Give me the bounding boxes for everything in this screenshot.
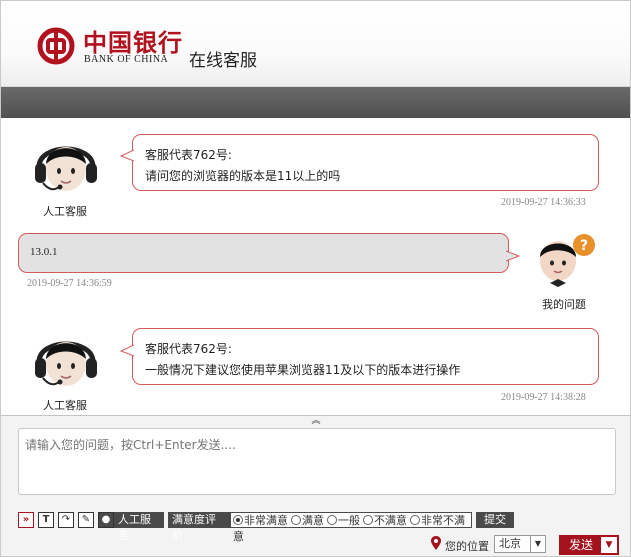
message-text: 请问您的浏览器的版本是11以上的吗 [145,169,341,183]
user-message-bubble: 13.0.1 [18,233,509,273]
human-service-label[interactable]: 人工服务 [114,512,164,542]
message-input[interactable] [18,428,616,495]
bubble-tail-icon [506,250,520,262]
font-icon: T [42,514,50,525]
city-select[interactable]: 北京 ▼ [494,535,546,553]
bank-of-china-logo-icon [37,27,75,65]
message-timestamp: 2019-09-27 14:36:33 [501,197,586,208]
message-timestamp: 2019-09-27 14:36:59 [27,278,112,289]
broom-icon: ✎ [81,514,91,525]
message-timestamp: 2019-09-27 14:38:28 [501,392,586,403]
message-text: 13.0.1 [30,246,58,258]
double-chevron-right-icon: » [22,514,30,525]
human-service-button[interactable]: ● [98,512,114,528]
logo-text-english: BANK OF CHINA [84,54,169,65]
font-button[interactable]: T [38,512,54,528]
dropdown-arrow-icon: ▼ [530,536,545,552]
bubble-tail-icon [120,149,134,162]
agent-avatar-label: 人工客服 [43,399,87,412]
svg-text:?: ? [580,238,588,254]
user-avatar-icon: ? [540,234,595,287]
header: 中国银行 BANK OF CHINA 在线客服 [1,1,630,87]
input-panel: » T ↷ ✎ ● 人工服务 满意度评价 非常满意满意一般不满意非常不满意 提交 [1,425,630,556]
page-title: 在线客服 [189,51,257,71]
share-button[interactable]: ↷ [58,512,74,528]
person-icon: ● [101,514,111,525]
rating-option[interactable]: 非常满意 [233,514,288,527]
rating-option[interactable]: 满意 [291,514,324,527]
message-list[interactable]: 人工客服 客服代表762号: 请问您的浏览器的版本是11以上的吗 2019-09… [1,118,630,415]
radio-icon [410,515,420,525]
radio-icon [291,515,301,525]
agent-name: 客服代表762号: [145,342,232,356]
agent-avatar-label: 人工客服 [43,205,87,218]
message-text: 一般情况下建议您使用苹果浏览器11及以下的版本进行操作 [145,363,461,377]
bubble-tail-icon [120,344,134,357]
radio-icon [363,515,373,525]
clear-button[interactable]: ✎ [78,512,94,528]
agent-avatar-icon [35,341,97,386]
agent-message-bubble: 客服代表762号: 一般情况下建议您使用苹果浏览器11及以下的版本进行操作 [132,328,599,385]
agent-message-bubble: 客服代表762号: 请问您的浏览器的版本是11以上的吗 [132,134,599,191]
agent-avatar-icon [35,146,97,191]
logo-text-chinese: 中国银行 [83,28,183,57]
rating-option[interactable]: 一般 [327,514,360,527]
radio-icon [327,515,337,525]
radio-selected-icon [233,515,243,525]
rating-label: 满意度评价 [168,512,230,542]
expand-button[interactable]: » [18,512,34,528]
rating-option[interactable]: 不满意 [363,514,407,527]
send-dropdown-arrow-icon[interactable]: ▼ [601,537,617,553]
location-pin-icon [431,536,441,550]
city-select-value: 北京 [499,537,521,550]
rating-options: 非常满意 满意 一般 不满意 非常不满意 [230,512,472,543]
send-label: 发送 [569,538,594,552]
send-button[interactable]: 发送 ▼ [559,535,619,555]
header-banner [1,87,630,118]
user-avatar-label: 我的问题 [542,298,586,311]
share-arrow-icon: ↷ [61,514,71,525]
agent-name: 客服代表762号: [145,148,232,162]
submit-rating-button[interactable]: 提交 [476,512,514,528]
location-label: 您的位置 [445,540,489,553]
chat-window: 中国银行 BANK OF CHINA 在线客服 人工客服 客服代表762号: 请… [0,0,631,557]
